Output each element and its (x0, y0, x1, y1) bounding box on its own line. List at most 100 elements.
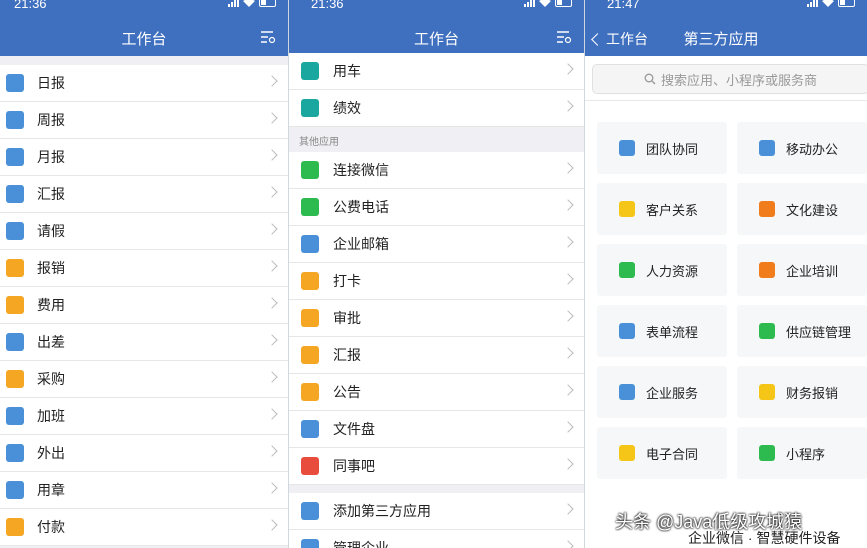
category-tile[interactable]: 企业培训 (737, 244, 867, 296)
list-item[interactable]: 用车 (289, 53, 584, 90)
chevron-right-icon (562, 162, 574, 174)
list-item[interactable]: 付款 (0, 509, 288, 546)
category-tile[interactable]: 客户关系 (597, 183, 727, 235)
list-item[interactable]: 采购 (0, 361, 288, 398)
third-party-apps-panel: 21:47 工作台 第三方应用 搜索应用、小程序或服务商 团队协同 移动办公 客户关… (585, 0, 867, 548)
category-tile[interactable]: 文化建设 (737, 183, 867, 235)
home-icon (619, 384, 635, 400)
list-item-label: 外出 (37, 445, 65, 461)
handshake-icon (619, 201, 635, 217)
monthly-report-icon (6, 148, 24, 166)
battery-icon (838, 0, 855, 7)
team-icon (619, 140, 635, 156)
category-tile[interactable]: 人力资源 (597, 244, 727, 296)
list-item-label: 报销 (37, 260, 65, 276)
list-item[interactable]: 管理企业 (289, 530, 584, 548)
chevron-right-icon (562, 458, 574, 470)
category-tile[interactable]: 供应链管理 (737, 305, 867, 357)
chevron-right-icon (562, 503, 574, 515)
chevron-right-icon (562, 273, 574, 285)
manage-icon (301, 539, 319, 548)
plane-icon (6, 333, 24, 351)
list-item[interactable]: 费用 (0, 287, 288, 324)
list-item-label: 同事吧 (333, 458, 375, 474)
workbench-panel-middle: 21:36 工作台 用车 绩效 其他应用 连接微信 公费电话 企业邮箱 打卡 审批 汇报 公告… (289, 0, 584, 548)
list-item[interactable]: 出差 (0, 324, 288, 361)
list-item[interactable]: 公费电话 (289, 189, 584, 226)
signal-icon (807, 0, 818, 7)
list-item-label: 费用 (37, 297, 65, 313)
list-item[interactable]: 审批 (289, 300, 584, 337)
list-item[interactable]: 周报 (0, 102, 288, 139)
list-item[interactable]: 加班 (0, 398, 288, 435)
list-item-label: 绩效 (333, 100, 361, 116)
category-tile[interactable]: 表单流程 (597, 305, 727, 357)
list-item-label: 采购 (37, 371, 65, 387)
chevron-right-icon (266, 186, 278, 198)
list-item[interactable]: 文件盘 (289, 411, 584, 448)
header: 21:36 工作台 (289, 0, 584, 56)
list-item-label: 月报 (37, 149, 65, 165)
workbench-panel-left: 21:36 工作台 日报 周报 月报 汇报 请假 报销 费用 出差 采购 加班 外出 用章 付款 (0, 0, 288, 548)
chevron-right-icon (266, 334, 278, 346)
list-item[interactable]: 用章 (0, 472, 288, 509)
car-icon (301, 62, 319, 80)
truck-icon (759, 323, 775, 339)
calendar-icon (6, 222, 24, 240)
category-tile-label: 团队协同 (646, 141, 699, 157)
list-item[interactable]: 绩效 (289, 90, 584, 127)
chevron-right-icon (266, 149, 278, 161)
bar-chart-icon (301, 99, 319, 117)
search-icon (644, 73, 656, 85)
category-tile[interactable]: 财务报销 (737, 366, 867, 418)
coin-icon (759, 384, 775, 400)
list-item[interactable]: 汇报 (0, 176, 288, 213)
list-item[interactable]: 打卡 (289, 263, 584, 300)
chevron-right-icon (562, 421, 574, 433)
list-item[interactable]: 报销 (0, 250, 288, 287)
seal-icon (6, 481, 24, 499)
megaphone-icon (301, 383, 319, 401)
list-item-label: 连接微信 (333, 162, 389, 178)
app-list: 日报 周报月报汇报 请假报销费用出差采购加班外出用章 付款 (0, 65, 288, 546)
list-item[interactable]: 外出 (0, 435, 288, 472)
wallet-icon (6, 296, 24, 314)
list-item-label: 添加第三方应用 (333, 503, 431, 519)
list-item[interactable]: 公告 (289, 374, 584, 411)
app-list-bottom: 添加第三方应用管理企业 (289, 493, 584, 548)
category-tile[interactable]: 团队协同 (597, 122, 727, 174)
category-tile-label: 供应链管理 (786, 324, 852, 340)
category-tile[interactable]: 移动办公 (737, 122, 867, 174)
list-item[interactable]: 请假 (0, 213, 288, 250)
list-item[interactable]: 连接微信 (289, 152, 584, 189)
category-tile-label: 人力资源 (646, 263, 699, 279)
list-item[interactable]: 添加第三方应用 (289, 493, 584, 530)
category-tile[interactable]: 电子合同 (597, 427, 727, 479)
list-item[interactable]: 汇报 (289, 337, 584, 374)
status-icons (524, 0, 572, 7)
category-tile-label: 客户关系 (646, 202, 699, 218)
chevron-right-icon (266, 408, 278, 420)
chevron-right-icon (266, 445, 278, 457)
chevron-right-icon (562, 540, 574, 548)
list-item[interactable]: 同事吧 (289, 448, 584, 485)
search-input[interactable]: 搜索应用、小程序或服务商 (592, 64, 867, 94)
list-item[interactable]: 月报 (0, 139, 288, 176)
folder-icon (301, 420, 319, 438)
settings-list-icon[interactable] (260, 30, 276, 44)
category-tile[interactable]: 小程序 (737, 427, 867, 479)
chevron-right-icon (562, 63, 574, 75)
compass-icon (301, 502, 319, 520)
category-tile-label: 表单流程 (646, 324, 699, 340)
chevron-right-icon (266, 371, 278, 383)
list-item[interactable]: 企业邮箱 (289, 226, 584, 263)
app-list-other: 连接微信公费电话 企业邮箱打卡审批 汇报 公告 文件盘同事吧 (289, 152, 584, 485)
page-title: 工作台 (413, 31, 459, 48)
category-tile-label: 企业服务 (646, 385, 699, 401)
category-tile[interactable]: 企业服务 (597, 366, 727, 418)
category-tile-label: 移动办公 (786, 141, 839, 157)
list-item[interactable]: 日报 (0, 65, 288, 102)
phone-icon (301, 198, 319, 216)
settings-list-icon[interactable] (556, 30, 572, 44)
list-item-label: 打卡 (333, 273, 361, 289)
